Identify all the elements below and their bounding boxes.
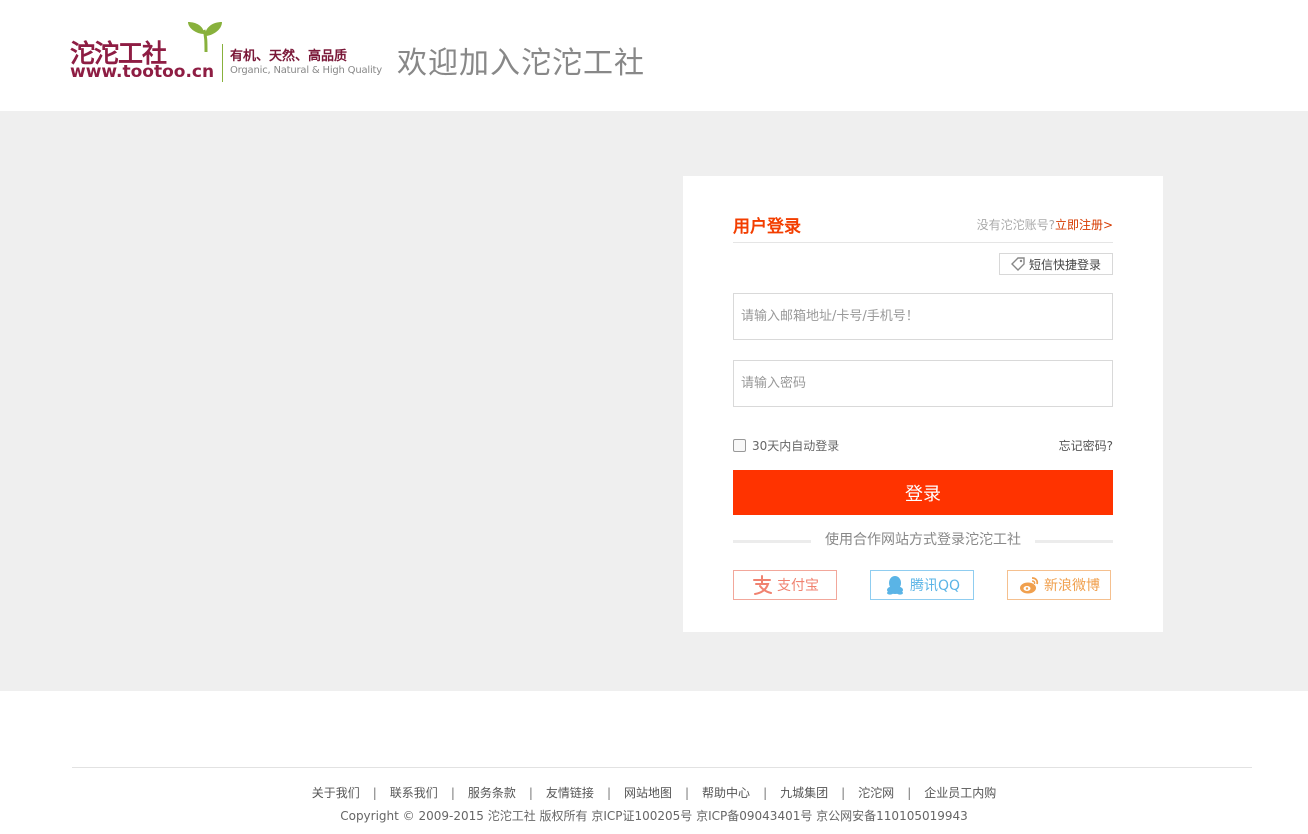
footer-divider	[72, 767, 1252, 768]
site-logo[interactable]: 沱沱工社 www.tootoo.cn 有机、天然、高品质 Organic, Na…	[70, 20, 390, 84]
page-header: 沱沱工社 www.tootoo.cn 有机、天然、高品质 Organic, Na…	[0, 0, 1308, 111]
footer-link-terms[interactable]: 服务条款	[468, 786, 516, 800]
footer-separator: |	[685, 786, 690, 800]
slogan-en: Organic, Natural & High Quality	[230, 65, 382, 76]
footer-link-contact[interactable]: 联系我们	[390, 786, 438, 800]
footer-separator: |	[450, 786, 455, 800]
title-divider	[733, 242, 1113, 243]
alipay-icon	[753, 575, 772, 595]
slogan-cn: 有机、天然、高品质	[230, 49, 348, 64]
footer-link-sitemap[interactable]: 网站地图	[624, 786, 672, 800]
register-prompt: 没有沱沱账号?立即注册>	[977, 216, 1113, 233]
footer-link-tootoo[interactable]: 沱沱网	[858, 786, 894, 800]
footer-link-friends[interactable]: 友情链接	[546, 786, 594, 800]
logo-url: www.tootoo.cn	[70, 62, 215, 82]
footer-separator: |	[606, 786, 611, 800]
forgot-password-link[interactable]: 忘记密码?	[1059, 437, 1113, 454]
footer-links: 关于我们 | 联系我们 | 服务条款 | 友情链接 | 网站地图 | 帮助中心 | 九城集团 | 沱沱网 | 企…	[0, 784, 1308, 801]
footer-link-group[interactable]: 九城集团	[780, 786, 828, 800]
qq-icon	[886, 576, 903, 595]
password-field-wrapper	[733, 360, 1113, 407]
weibo-login-button[interactable]: 新浪微博	[1007, 570, 1111, 600]
footer-link-employee[interactable]: 企业员工内购	[924, 786, 996, 800]
username-field-wrapper	[733, 293, 1113, 340]
tag-icon	[1010, 257, 1025, 271]
footer-link-about[interactable]: 关于我们	[312, 786, 360, 800]
qq-login-button[interactable]: 腾讯QQ	[870, 570, 974, 600]
password-input[interactable]	[734, 361, 1112, 406]
login-title: 用户登录	[733, 217, 801, 237]
partner-divider-right	[1035, 540, 1113, 543]
logo-divider	[222, 44, 223, 82]
username-input[interactable]	[734, 294, 1112, 339]
footer-separator: |	[372, 786, 377, 800]
alipay-label: 支付宝	[777, 578, 819, 594]
alipay-login-button[interactable]: 支付宝	[733, 570, 837, 600]
remember-checkbox[interactable]	[733, 439, 746, 452]
no-account-text: 没有沱沱账号?	[976, 218, 1055, 232]
sms-login-button[interactable]: 短信快捷登录	[999, 253, 1113, 275]
qq-label: 腾讯QQ	[909, 578, 961, 594]
weibo-icon	[1020, 577, 1039, 594]
page-title: 欢迎加入沱沱工社	[397, 46, 645, 81]
footer-link-help[interactable]: 帮助中心	[702, 786, 750, 800]
remember-label: 30天内自动登录	[752, 439, 840, 453]
footer-separator: |	[841, 786, 846, 800]
weibo-label: 新浪微博	[1044, 578, 1100, 594]
login-panel: 用户登录 没有沱沱账号?立即注册> 短信快捷登录 30天内自动登录 忘记密码? …	[683, 176, 1163, 632]
footer-separator: |	[907, 786, 912, 800]
footer-separator: |	[528, 786, 533, 800]
login-button[interactable]: 登录	[733, 470, 1113, 515]
remember-me[interactable]: 30天内自动登录	[733, 437, 839, 454]
sms-login-label: 短信快捷登录	[1028, 257, 1101, 272]
leaf-icon	[188, 22, 222, 53]
footer-separator: |	[763, 786, 768, 800]
partner-login-text: 使用合作网站方式登录沱沱工社	[825, 532, 1021, 548]
copyright-text: Copyright © 2009-2015 沱沱工社 版权所有 京ICP证100…	[340, 809, 968, 823]
register-link[interactable]: 立即注册>	[1055, 218, 1113, 232]
